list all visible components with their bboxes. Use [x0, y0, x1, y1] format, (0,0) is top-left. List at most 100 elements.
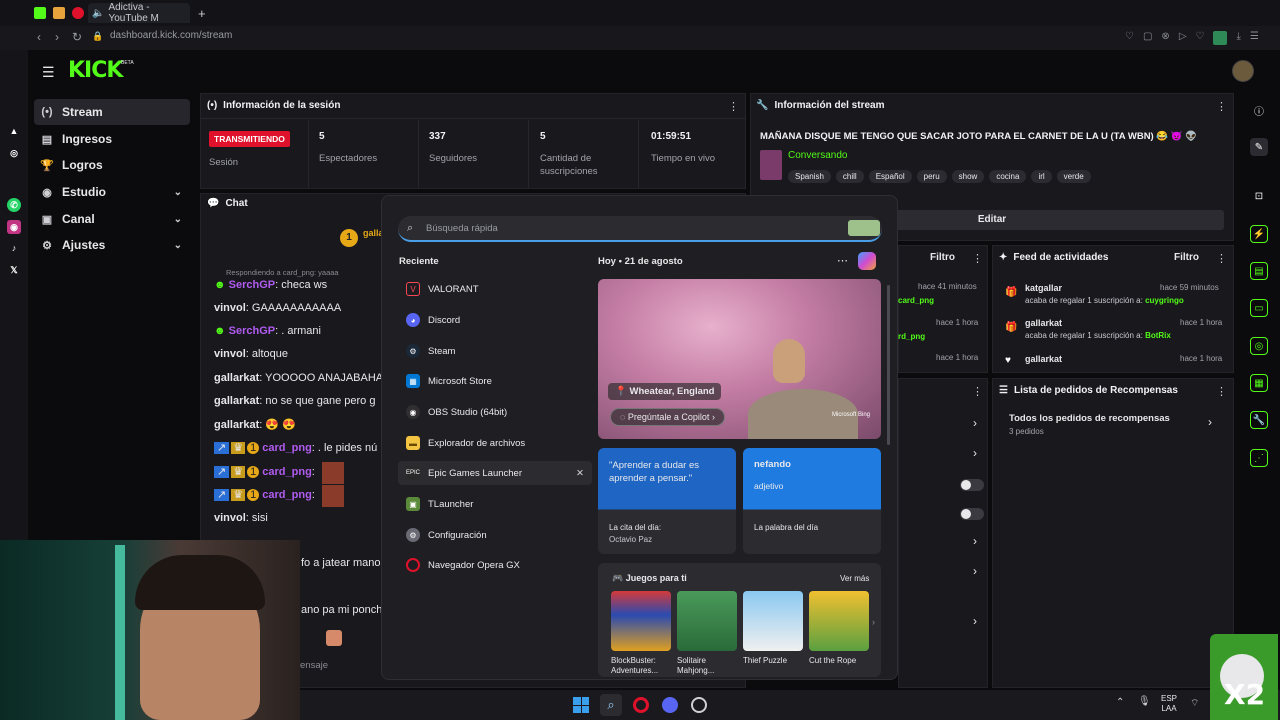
kebab-icon[interactable]: ⋮	[1216, 385, 1227, 398]
search-highlight-image[interactable]	[848, 220, 880, 236]
copilot-chip[interactable]: ◌ Pregúntale a Copilot ›	[610, 408, 725, 426]
hamburger-icon[interactable]: ☰	[42, 64, 55, 81]
recent-steam[interactable]: ⚙ Steam	[398, 339, 592, 363]
opera-gx-taskbar-icon[interactable]	[633, 697, 649, 713]
tab-2[interactable]	[53, 3, 65, 23]
chat-bubble-icon: 💬	[207, 198, 220, 209]
chevron-up-icon[interactable]: ⌃	[1116, 697, 1124, 708]
avatar[interactable]	[1232, 60, 1254, 82]
clipboard-icon[interactable]: ▤	[1250, 262, 1268, 280]
chevron-right-icon[interactable]: ›	[1208, 415, 1212, 429]
x-icon[interactable]: 𝕏	[7, 263, 21, 277]
back-icon[interactable]: ‹	[37, 30, 41, 44]
copilot-icon[interactable]	[858, 252, 876, 270]
tag[interactable]: cocina	[989, 170, 1027, 183]
chevron-right-icon[interactable]: ›	[973, 534, 977, 548]
chevron-right-icon[interactable]: ›	[973, 614, 977, 628]
search-placeholder[interactable]: Búsqueda rápida	[426, 223, 498, 234]
browser-toolbar-icons[interactable]: ♡ ▢ ⊗ ▷ ♡ ⤓ ☰	[1125, 31, 1265, 45]
game-mahjong-thumb[interactable]	[677, 591, 737, 651]
bolt-icon[interactable]: ⚡	[1250, 225, 1268, 243]
recent-valorant[interactable]: V VALORANT	[398, 277, 592, 301]
pencil-icon[interactable]: ✎	[1250, 138, 1268, 156]
location-chip[interactable]: 📍 Wheatear, England	[608, 383, 722, 400]
tag[interactable]: peru	[916, 170, 947, 183]
chat-partial-line: fo a jatear mano	[301, 557, 381, 569]
nav-ingresos[interactable]: ▤ Ingresos	[34, 126, 190, 152]
chevron-right-icon[interactable]: ›	[973, 446, 977, 460]
wrench-icon[interactable]: 🔧	[1250, 411, 1268, 429]
broadcast-icon[interactable]: ◎	[1250, 337, 1268, 355]
scrollbar[interactable]	[887, 285, 890, 445]
chevron-right-icon[interactable]: ›	[973, 416, 977, 430]
search-taskbar-icon[interactable]: ⌕	[600, 694, 622, 716]
wrench-icon: 🔧	[756, 100, 769, 111]
tiktok-icon[interactable]: ♪	[7, 241, 21, 255]
kebab-icon[interactable]: ⋮	[728, 100, 739, 113]
nav-ajustes[interactable]: ⚙ Ajustes ⌄	[34, 232, 190, 258]
forward-icon[interactable]: ›	[55, 30, 59, 44]
recent-store[interactable]: ▦ Microsoft Store	[398, 369, 592, 393]
windows-start-icon[interactable]	[573, 697, 589, 713]
filter-button[interactable]: Filtro	[1174, 252, 1199, 263]
chevron-right-icon[interactable]: ›	[872, 617, 875, 627]
camera-icon[interactable]: ⊡	[1250, 187, 1268, 205]
new-tab-button[interactable]: +	[198, 3, 206, 23]
kebab-icon[interactable]: ⋮	[972, 252, 983, 265]
window-controls[interactable]	[1210, 7, 1270, 19]
tag[interactable]: verde	[1056, 170, 1091, 183]
see-more-link[interactable]: Ver más	[840, 574, 869, 583]
language-indicator[interactable]: ESP LAA	[1161, 694, 1177, 714]
chat-input-placeholder[interactable]: ensaje	[300, 660, 328, 671]
info-icon[interactable]: ⓘ	[1250, 101, 1268, 119]
opera-rail-icon[interactable]: ◎	[7, 146, 21, 160]
share-icon[interactable]: ⋰	[1250, 449, 1268, 467]
layout-icon[interactable]: ▦	[1250, 374, 1268, 392]
tag[interactable]: show	[951, 170, 985, 183]
kebab-icon[interactable]: ⋮	[1216, 100, 1227, 113]
instagram-icon[interactable]: ◉	[7, 220, 21, 234]
chevron-down-icon: ⌄	[173, 239, 182, 251]
kebab-icon[interactable]: ⋮	[1216, 252, 1227, 265]
tab-3[interactable]	[72, 3, 84, 23]
recent-obs[interactable]: ◉ OBS Studio (64bit)	[398, 400, 592, 424]
filter-button[interactable]: Filtro	[930, 252, 955, 263]
recent-epic[interactable]: EPIC Epic Games Launcher ✕	[398, 461, 592, 485]
recent-settings[interactable]: ⚙ Configuración	[398, 523, 592, 547]
tag[interactable]: chill	[835, 170, 864, 183]
toggle-switch[interactable]	[960, 479, 984, 491]
chevron-right-icon[interactable]: ›	[973, 564, 977, 578]
tag[interactable]: Español	[868, 170, 912, 183]
category-name[interactable]: Conversando	[788, 150, 847, 161]
game-thief-thumb[interactable]	[743, 591, 803, 651]
more-icon[interactable]: ⋯	[837, 254, 848, 267]
kick-tab[interactable]	[34, 3, 46, 23]
recent-tlauncher[interactable]: ▣ TLauncher	[398, 492, 592, 516]
session-title: (•) Información de la sesión	[207, 100, 341, 111]
toggle-switch[interactable]	[960, 508, 984, 520]
nav-canal[interactable]: ▣ Canal ⌄	[34, 206, 190, 232]
reload-icon[interactable]: ↻	[72, 30, 82, 44]
tag[interactable]: Spanish	[788, 170, 831, 183]
aria-icon[interactable]: ▲	[7, 124, 21, 138]
tag[interactable]: irl	[1031, 170, 1052, 183]
obs-taskbar-icon[interactable]	[691, 697, 707, 713]
url-field[interactable]: dashboard.kick.com/stream	[110, 30, 232, 41]
recent-opera[interactable]: Navegador Opera GX	[398, 553, 592, 577]
game-cut-rope-thumb[interactable]	[809, 591, 869, 651]
recent-explorer[interactable]: ▬ Explorador de archivos	[398, 431, 592, 455]
network-icon[interactable]: ⌔	[1190, 697, 1199, 710]
nav-stream[interactable]: (•) Stream	[34, 99, 190, 125]
recent-discord[interactable]: ◕ Discord	[398, 308, 592, 332]
rewards-all[interactable]: Todos los pedidos de recompensas	[1009, 413, 1170, 424]
whatsapp-icon[interactable]: ✆	[7, 198, 21, 212]
chat-icon[interactable]: ▭	[1250, 299, 1268, 317]
kick-logo[interactable]: KICK	[68, 58, 123, 83]
active-tab[interactable]: 🔈 Adictiva - YouTube M	[88, 2, 190, 24]
nav-estudio[interactable]: ◉ Estudio ⌄	[34, 179, 190, 205]
mic-icon[interactable]: 🎙	[1138, 696, 1151, 707]
game-blockbuster-thumb[interactable]	[611, 591, 671, 651]
nav-logros[interactable]: 🏆 Logros	[34, 152, 190, 178]
discord-taskbar-icon[interactable]	[662, 697, 678, 713]
kebab-icon[interactable]: ⋮	[972, 385, 983, 398]
